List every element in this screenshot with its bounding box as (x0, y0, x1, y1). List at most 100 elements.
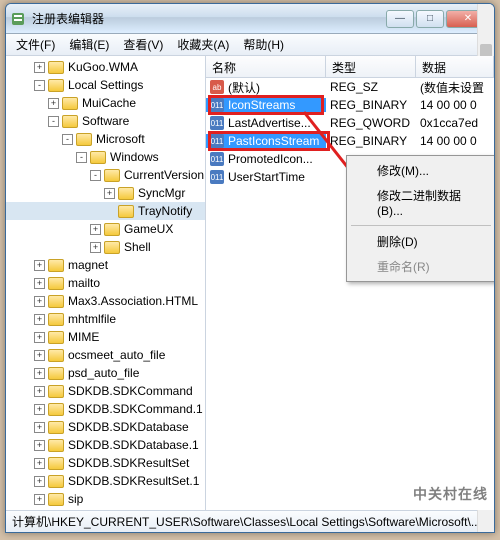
value-data: 14 00 00 0 (416, 134, 494, 148)
tree-label: SDKDB.SDKResultSet (68, 456, 189, 470)
expand-toggle[interactable]: + (34, 368, 45, 379)
expand-toggle[interactable]: + (34, 440, 45, 451)
value-row[interactable]: ab(默认)REG_SZ(数值未设置 (206, 78, 494, 96)
tree-node[interactable]: +mailto (6, 274, 205, 292)
binary-value-icon: 011 (210, 152, 224, 166)
tree-node[interactable]: +MuiCache (6, 94, 205, 112)
tree-node[interactable]: +Shell (6, 238, 205, 256)
expand-toggle[interactable]: + (34, 386, 45, 397)
value-type: REG_BINARY (326, 134, 416, 148)
expand-toggle[interactable]: + (34, 278, 45, 289)
tree-label: TrayNotify (138, 204, 192, 218)
menu-favorites[interactable]: 收藏夹(A) (171, 34, 235, 55)
folder-icon (48, 403, 64, 416)
context-menu: 修改(M)... 修改二进制数据(B)... 删除(D) 重命名(R) (346, 155, 494, 282)
ctx-modify[interactable]: 修改(M)... (349, 158, 493, 183)
tree-label: SDKDB.SDKCommand.1 (68, 402, 203, 416)
tree-node[interactable]: -CurrentVersion (6, 166, 205, 184)
statusbar: 计算机\HKEY_CURRENT_USER\Software\Classes\L… (6, 510, 494, 532)
ctx-delete[interactable]: 删除(D) (349, 229, 493, 254)
tree-node[interactable]: +MIME (6, 328, 205, 346)
expand-toggle[interactable]: + (48, 98, 59, 109)
tree-node[interactable]: +SDKDB.SDKCommand (6, 382, 205, 400)
expand-toggle[interactable]: + (90, 242, 101, 253)
value-list[interactable]: ab(默认)REG_SZ(数值未设置011IconStreamsREG_BINA… (206, 78, 494, 510)
tree-node[interactable]: +SDKDB.SDKDatabase (6, 418, 205, 436)
tree-label: magnet (68, 258, 108, 272)
value-name: UserStartTime (228, 170, 305, 184)
expand-toggle[interactable]: - (76, 152, 87, 163)
list-header: 名称 类型 数据 (206, 56, 494, 78)
tree-node[interactable]: +KuGoo.WMA (6, 58, 205, 76)
folder-icon (48, 439, 64, 452)
tree-node[interactable]: +SDKDB.SDKDatabase.1 (6, 436, 205, 454)
expand-toggle[interactable]: - (62, 134, 73, 145)
value-list-pane: 名称 类型 数据 ab(默认)REG_SZ(数值未设置011IconStream… (206, 56, 494, 510)
expand-toggle[interactable]: + (34, 296, 45, 307)
folder-icon (48, 295, 64, 308)
folder-icon (48, 385, 64, 398)
expand-toggle[interactable]: - (48, 116, 59, 127)
tree-node[interactable]: + SDKDB.SDKCommand.1 (6, 400, 205, 418)
expand-toggle[interactable]: + (34, 332, 45, 343)
tree-node[interactable]: -Windows (6, 148, 205, 166)
menu-file[interactable]: 文件(F) (10, 34, 61, 55)
tree-node[interactable]: - Software (6, 112, 205, 130)
expand-toggle[interactable]: + (34, 314, 45, 325)
tree-node[interactable]: -Microsoft (6, 130, 205, 148)
expand-toggle[interactable]: - (90, 170, 101, 181)
content-area: +KuGoo.WMA-Local Settings+MuiCache-Softw… (6, 56, 494, 510)
tree-node[interactable]: + SDKDB.SDKResultSet (6, 454, 205, 472)
tree-node[interactable]: +SyncMgr (6, 184, 205, 202)
ctx-separator (351, 225, 491, 226)
col-data[interactable]: 数据 (416, 56, 494, 77)
value-data: (数值未设置 (416, 79, 494, 96)
col-type[interactable]: 类型 (326, 56, 416, 77)
expand-toggle[interactable]: + (90, 224, 101, 235)
expand-toggle[interactable]: + (34, 458, 45, 469)
tree-node[interactable]: +Max3.Association.HTML (6, 292, 205, 310)
expand-toggle[interactable]: + (34, 260, 45, 271)
tree-node[interactable]: +mhtmlfile (6, 310, 205, 328)
ctx-modify-binary[interactable]: 修改二进制数据(B)... (349, 183, 493, 222)
tree-node[interactable]: TrayNotify (6, 202, 205, 220)
binary-value-icon: 011 (210, 116, 224, 130)
menu-view[interactable]: 查看(V) (117, 34, 169, 55)
expand-toggle[interactable]: + (34, 476, 45, 487)
value-row[interactable]: 011IconStreamsREG_BINARY14 00 00 0 (206, 96, 494, 114)
folder-icon (48, 313, 64, 326)
folder-icon (104, 241, 120, 254)
tree-label: psd_auto_file (68, 366, 139, 380)
expand-toggle[interactable]: + (34, 494, 45, 505)
expand-toggle[interactable]: + (34, 350, 45, 361)
maximize-button[interactable]: □ (416, 10, 444, 28)
ctx-rename[interactable]: 重命名(R) (349, 254, 493, 279)
tree-node[interactable]: +sip (6, 490, 205, 508)
window-title: 注册表编辑器 (32, 10, 386, 27)
tree-label: SDKDB.SDKResultSet.1 (68, 474, 199, 488)
expand-toggle[interactable]: + (104, 188, 115, 199)
registry-tree[interactable]: +KuGoo.WMA-Local Settings+MuiCache-Softw… (6, 56, 206, 510)
tree-label: Software (82, 114, 129, 128)
value-name: IconStreams (228, 98, 295, 112)
status-path: 计算机\HKEY_CURRENT_USER\Software\Classes\L… (12, 513, 481, 530)
value-row[interactable]: 011PastIconsStreamREG_BINARY14 00 00 0 (206, 132, 494, 150)
tree-node[interactable]: + magnet (6, 256, 205, 274)
menu-edit[interactable]: 编辑(E) (63, 34, 115, 55)
minimize-button[interactable]: — (386, 10, 414, 28)
tree-node[interactable]: + SDKDB.SDKResultSet.1 (6, 472, 205, 490)
expand-toggle[interactable]: + (34, 62, 45, 73)
menu-help[interactable]: 帮助(H) (237, 34, 290, 55)
folder-icon (90, 151, 106, 164)
expand-toggle[interactable]: + (34, 422, 45, 433)
tree-node[interactable]: + psd_auto_file (6, 364, 205, 382)
tree-node[interactable]: +ocsmeet_auto_file (6, 346, 205, 364)
tree-node[interactable]: +GameUX (6, 220, 205, 238)
regedit-window: 注册表编辑器 — □ ✕ 文件(F) 编辑(E) 查看(V) 收藏夹(A) 帮助… (5, 3, 495, 533)
value-row[interactable]: 011LastAdvertise...REG_QWORD0x1cca7ed (206, 114, 494, 132)
tree-node[interactable]: -Local Settings (6, 76, 205, 94)
expand-toggle[interactable]: - (34, 80, 45, 91)
expand-toggle[interactable]: + (34, 404, 45, 415)
titlebar[interactable]: 注册表编辑器 — □ ✕ (6, 4, 494, 34)
col-name[interactable]: 名称 (206, 56, 326, 77)
